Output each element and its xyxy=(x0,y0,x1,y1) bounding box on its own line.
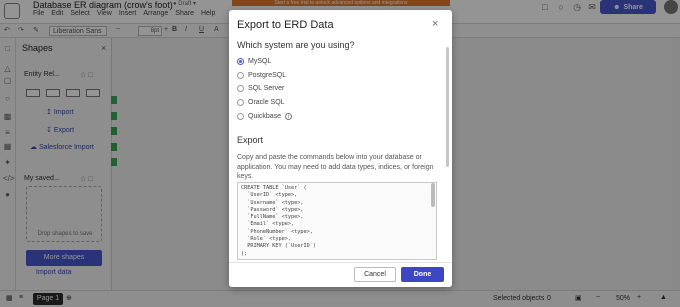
code-line: `Email` <type>, xyxy=(241,221,295,228)
code-line: ); xyxy=(241,250,248,257)
code-line: PRIMARY KEY (`UserID`) xyxy=(241,243,316,250)
code-line: `Username` <type>, xyxy=(241,199,304,206)
option-label: Oracle SQL xyxy=(248,99,285,106)
option-postgresql[interactable]: PostgreSQL xyxy=(237,72,286,79)
code-line: `Password` <type>, xyxy=(241,206,304,213)
option-sql-server[interactable]: SQL Server xyxy=(237,85,284,92)
option-label: SQL Server xyxy=(248,85,285,92)
radio-mysql[interactable] xyxy=(237,58,244,65)
dialog-title: Export to ERD Data xyxy=(237,19,334,31)
option-label: PostgreSQL xyxy=(248,72,287,79)
radio-postgresql[interactable] xyxy=(237,72,244,79)
option-quickbase[interactable]: Quickbase i xyxy=(237,113,293,120)
dialog-scrollbar[interactable] xyxy=(446,47,449,167)
code-line: `PhoneNumber` <type>, xyxy=(241,228,313,235)
code-line: `FullName` <type>, xyxy=(241,214,304,221)
code-line: CREATE TABLE `User` ( xyxy=(241,185,307,191)
export-description: Copy and paste the commands below into y… xyxy=(237,154,434,180)
close-icon[interactable]: × xyxy=(432,19,438,30)
dialog-footer: Cancel Done xyxy=(229,262,452,287)
radio-sql-server[interactable] xyxy=(237,85,244,92)
cancel-button[interactable]: Cancel xyxy=(354,267,396,282)
option-label: Quickbase xyxy=(248,113,282,120)
done-button[interactable]: Done xyxy=(401,267,444,282)
export-erd-dialog: Export to ERD Data × Which system are yo… xyxy=(229,10,452,287)
option-oracle-sql[interactable]: Oracle SQL xyxy=(237,99,285,106)
radio-quickbase[interactable] xyxy=(237,113,244,120)
radio-oracle-sql[interactable] xyxy=(237,99,244,106)
info-icon[interactable]: i xyxy=(285,113,293,120)
code-line: `Role` <type>, xyxy=(241,236,291,243)
system-question: Which system are you using? xyxy=(237,40,355,50)
code-line: `UserID` <type>, xyxy=(241,192,298,199)
option-mysql[interactable]: MySQL xyxy=(237,58,271,65)
sql-code-textarea[interactable]: CREATE TABLE `User` ( `UserID` <type>, `… xyxy=(237,182,437,260)
code-scrollbar[interactable] xyxy=(431,183,435,207)
export-heading: Export xyxy=(237,135,264,145)
option-label: MySQL xyxy=(248,58,272,65)
